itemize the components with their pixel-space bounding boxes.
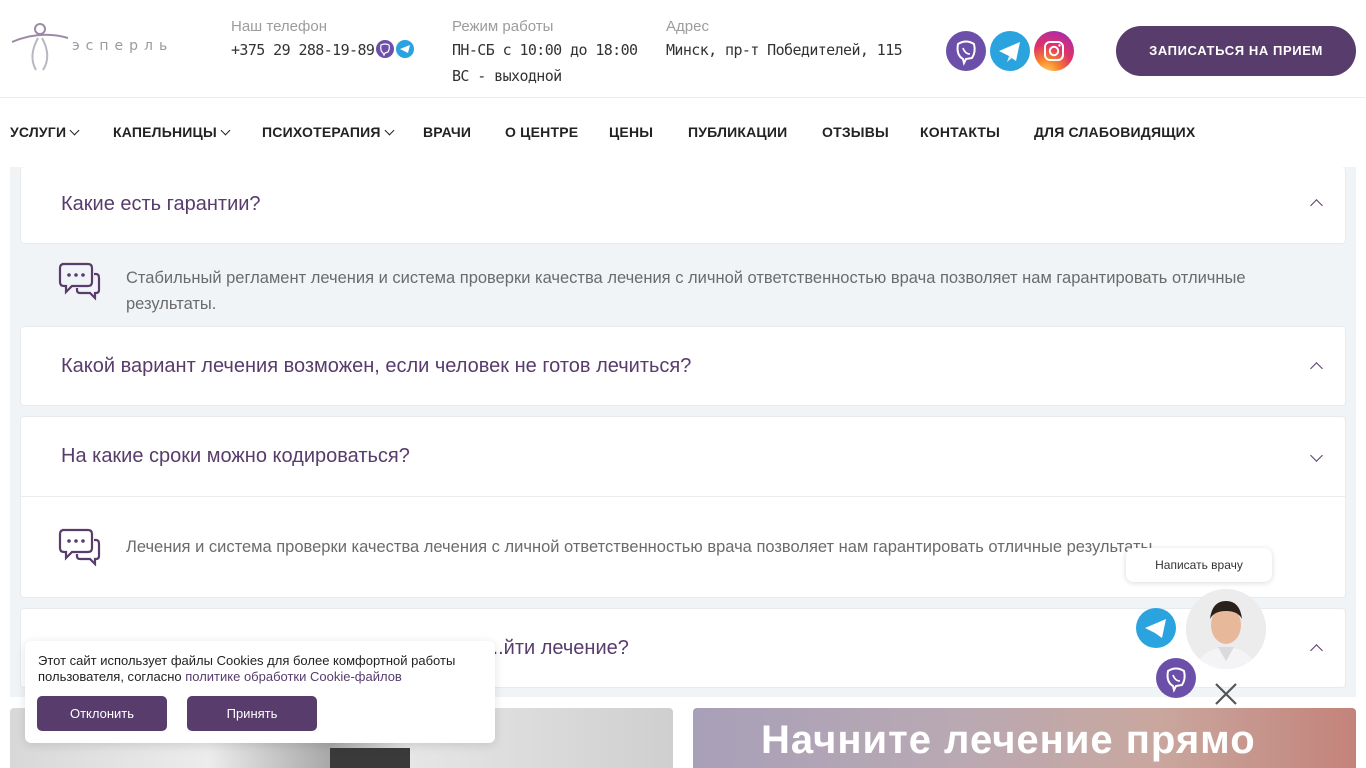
start-treatment-banner[interactable]: Начните лечение прямо <box>693 708 1356 768</box>
photo-detail <box>330 748 410 768</box>
instagram-icon[interactable] <box>1034 31 1074 71</box>
banner-title: Начните лечение прямо <box>761 718 1256 762</box>
nav-item-o-tsentre[interactable]: О ЦЕНТРЕ <box>505 124 578 140</box>
address-block: Адрес Минск, пр-т Победителей, 115 <box>666 17 903 63</box>
decline-button[interactable]: Отклонить <box>37 696 167 731</box>
nav-item-uslugi[interactable]: УСЛУГИ <box>10 124 80 140</box>
cookie-policy-link[interactable]: политике обработки Cookie-файлов <box>185 669 402 684</box>
nav-item-psikhoterapiya[interactable]: ПСИХОТЕРАПИЯ <box>262 124 395 140</box>
hours-label: Режим работы <box>452 18 554 35</box>
nav-item-vrachi[interactable]: ВРАЧИ <box>423 124 471 140</box>
faq-item-header[interactable]: Какие есть гарантии? <box>20 167 1346 244</box>
telegram-icon[interactable] <box>1136 608 1176 648</box>
close-icon[interactable] <box>1212 680 1240 708</box>
chevron-up-icon[interactable] <box>1310 362 1323 375</box>
doctor-avatar[interactable] <box>1186 589 1266 669</box>
phone-number[interactable]: +375 29 288-19-89 <box>231 41 375 59</box>
cookie-text: Этот сайт использует файлы Cookies для б… <box>38 653 456 684</box>
telegram-icon[interactable] <box>396 40 415 58</box>
address-label: Адрес <box>666 18 709 35</box>
telegram-icon[interactable] <box>990 31 1030 71</box>
faq-question[interactable]: ...йти лечение? <box>487 637 629 660</box>
chevron-down-icon <box>69 125 80 136</box>
nav-item-otzyvy[interactable]: ОТЗЫВЫ <box>822 124 889 140</box>
faq-answer: Стабильный регламент лечения и система п… <box>126 269 1246 313</box>
chat-bubbles-icon <box>58 528 101 567</box>
chevron-down-icon <box>384 125 395 136</box>
logo-text: эсперль <box>72 38 174 54</box>
logo-figure-icon <box>11 23 69 71</box>
nav-item-kontakty[interactable]: КОНТАКТЫ <box>920 124 1000 140</box>
phone-block: Наш телефон +375 29 288-19-89 <box>231 17 415 63</box>
viber-icon[interactable] <box>946 31 986 71</box>
divider <box>21 496 1345 497</box>
chat-bubbles-icon <box>58 262 101 301</box>
address-value: Минск, пр-т Победителей, 115 <box>666 41 903 59</box>
chevron-down-icon <box>220 125 231 136</box>
write-doctor-bubble[interactable]: Написать врачу <box>1126 548 1272 582</box>
hours-line-1: ПН-СБ с 10:00 до 18:00 <box>452 41 638 59</box>
chevron-up-icon[interactable] <box>1310 199 1323 212</box>
chevron-down-icon[interactable] <box>1310 449 1323 462</box>
cookie-consent: Этот сайт использует файлы Cookies для б… <box>25 641 495 743</box>
accept-button[interactable]: Принять <box>187 696 317 731</box>
site-header: эсперль Наш телефон +375 29 288-19-89 Ре… <box>0 0 1366 98</box>
nav-item-tseny[interactable]: ЦЕНЫ <box>609 124 653 140</box>
phone-label: Наш телефон <box>231 18 327 35</box>
nav-item-kapelnitsy[interactable]: КАПЕЛЬНИЦЫ <box>113 124 231 140</box>
book-appointment-button[interactable]: ЗАПИСАТЬСЯ НА ПРИЕМ <box>1116 26 1356 76</box>
nav-item-publikatsii[interactable]: ПУБЛИКАЦИИ <box>688 124 787 140</box>
faq-question[interactable]: Какой вариант лечения возможен, если чел… <box>61 355 691 378</box>
faq-question[interactable]: Какие есть гарантии? <box>61 193 261 216</box>
faq-question[interactable]: На какие сроки можно кодироваться? <box>61 445 410 468</box>
viber-icon[interactable] <box>376 40 395 58</box>
site-logo[interactable]: эсперль <box>10 20 200 76</box>
hours-line-2: ВС - выходной <box>452 67 562 85</box>
nav-item-accessibility[interactable]: ДЛЯ СЛАБОВИДЯЩИХ <box>1034 124 1195 140</box>
hours-block: Режим работы ПН-СБ с 10:00 до 18:00 ВС -… <box>452 17 638 89</box>
faq-item-header[interactable]: Какой вариант лечения возможен, если чел… <box>20 326 1346 406</box>
faq-answer: Лечения и система проверки качества лече… <box>126 538 1153 556</box>
viber-icon[interactable] <box>1156 658 1196 698</box>
chevron-up-icon[interactable] <box>1310 644 1323 657</box>
main-nav: УСЛУГИ КАПЕЛЬНИЦЫ ПСИХОТЕРАПИЯ ВРАЧИ О Ц… <box>0 99 1366 167</box>
phone-line: +375 29 288-19-89 <box>231 37 415 63</box>
